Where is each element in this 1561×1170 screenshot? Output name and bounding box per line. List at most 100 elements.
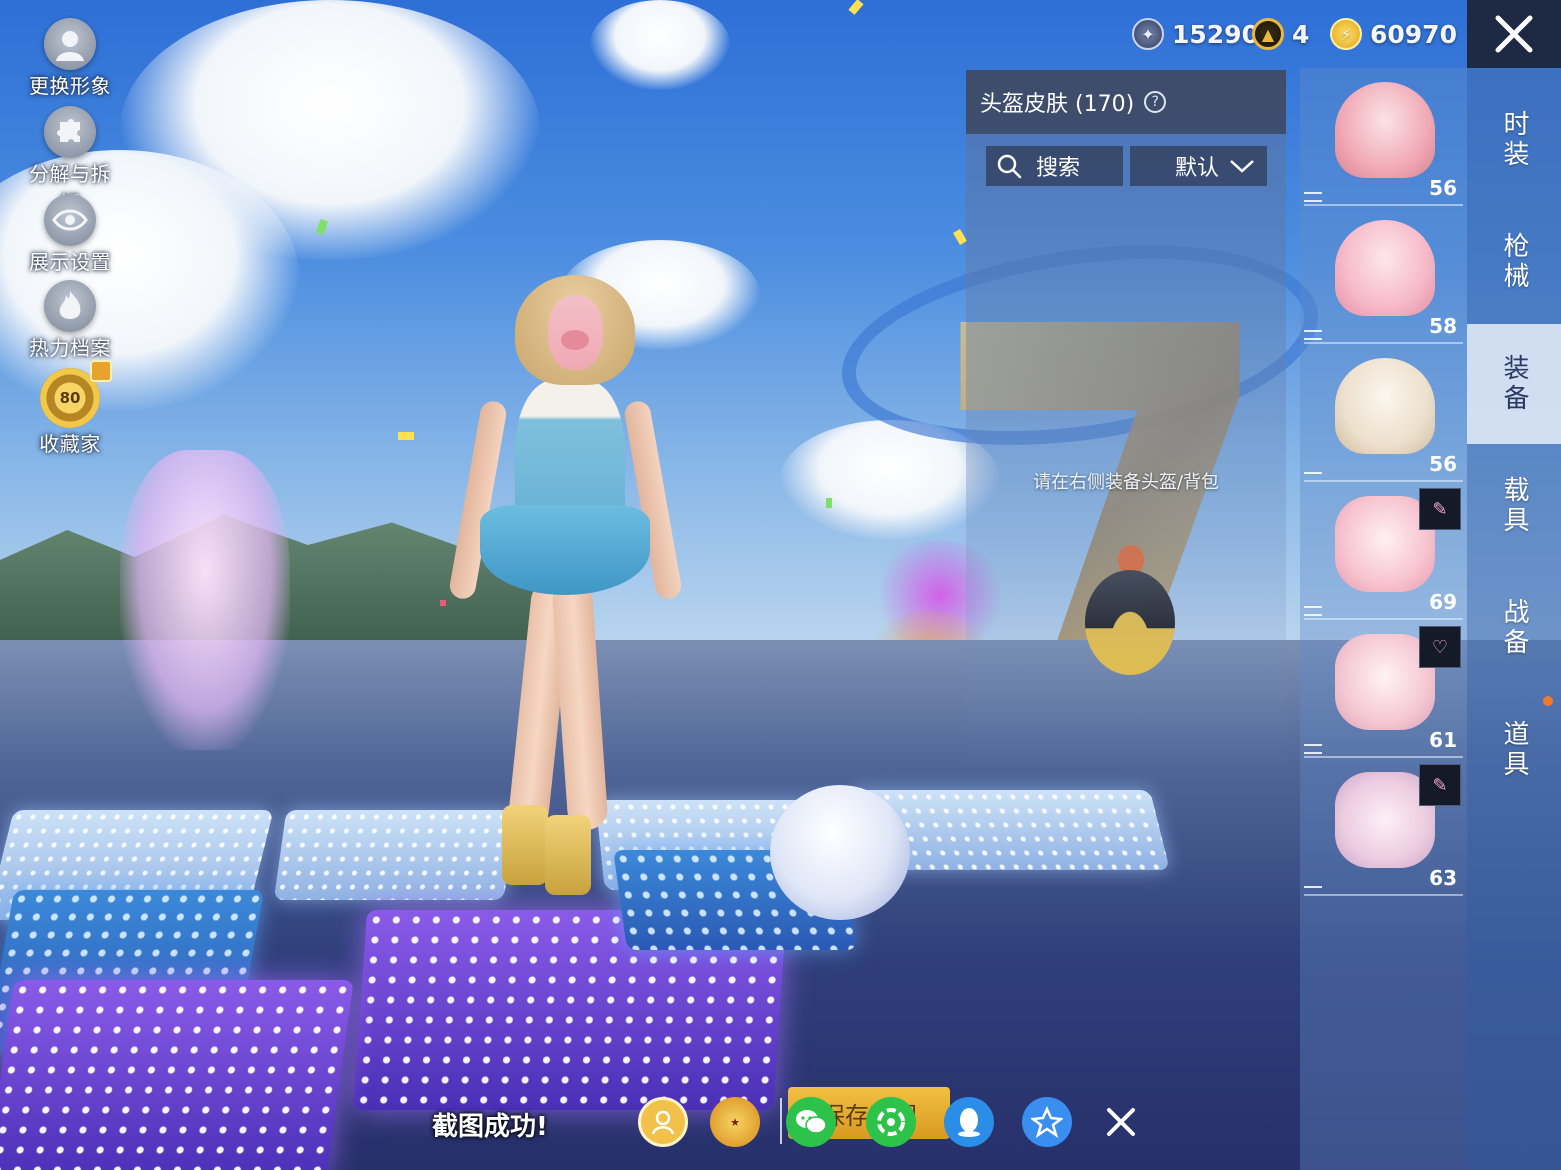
pendant-tag-icon: ✎ xyxy=(1419,488,1461,530)
item-divider xyxy=(1304,894,1463,896)
category-sidebar: 时装 枪械 装备 载具 战备 道具 xyxy=(1467,68,1561,1170)
tab-label: 装备 xyxy=(1499,354,1529,414)
item-menu-icon xyxy=(1304,744,1322,754)
game-logo-button[interactable]: ★ xyxy=(710,1097,760,1147)
item-menu-icon xyxy=(1304,886,1322,888)
silver-coin-icon: ✦ xyxy=(1132,18,1164,50)
eye-icon xyxy=(44,194,96,246)
tab-equipment[interactable]: 装备 xyxy=(1467,324,1561,444)
tab-weapons[interactable]: 枪械 xyxy=(1467,202,1561,322)
skin-panel-title: 头盔皮肤 (170) xyxy=(980,92,1135,117)
confetti xyxy=(826,498,832,508)
qq-icon xyxy=(958,1108,980,1137)
wechat-icon xyxy=(796,1110,827,1134)
character-boot xyxy=(545,815,591,895)
flame-icon xyxy=(44,280,96,332)
currency-coupon[interactable]: ⚡ 60970 xyxy=(1330,18,1457,50)
item-count: 69 xyxy=(1429,590,1457,614)
character-boot xyxy=(502,805,548,885)
collector-badge-icon: 80 xyxy=(40,360,112,428)
screenshot-success-toast: 截图成功! xyxy=(432,1112,548,1142)
currency-gold[interactable]: ▲ 4 xyxy=(1252,18,1309,50)
silver-amount: 15290 xyxy=(1172,19,1259,49)
item-slot[interactable]: 58 xyxy=(1300,206,1467,344)
item-menu-icon xyxy=(1304,192,1322,202)
confetti xyxy=(953,228,967,246)
gift-share-button[interactable] xyxy=(638,1097,688,1147)
helmet-skin-panel: 头盔皮肤 (170) ? 搜索 默认 请在右侧装备头盔/背包 xyxy=(966,70,1286,770)
close-share-button[interactable] xyxy=(1096,1097,1146,1147)
equipment-items-list: 56 58 56 ✎ 69 ♡ 61 ✎ 63 xyxy=(1300,68,1467,1170)
crystal-unicorn-pet xyxy=(120,450,290,750)
share-separator xyxy=(780,1098,782,1144)
skin-search-input[interactable]: 搜索 xyxy=(986,146,1123,186)
help-icon[interactable]: ? xyxy=(1144,91,1167,113)
tab-battle-gear[interactable]: 战备 xyxy=(1467,568,1561,688)
pig-snout xyxy=(561,330,589,350)
coupon-amount: 60970 xyxy=(1370,19,1457,49)
tab-items[interactable]: 道具 xyxy=(1467,690,1561,810)
change-avatar-button[interactable]: 更换形象 xyxy=(20,18,120,99)
confetti xyxy=(398,432,414,440)
close-icon xyxy=(1495,15,1533,53)
gold-amount: 4 xyxy=(1292,19,1310,49)
heat-profile-label: 热力档案 xyxy=(29,336,111,360)
sort-dropdown[interactable]: 默认 xyxy=(1130,146,1267,186)
equip-hint-text: 请在右侧装备头盔/背包 xyxy=(1032,472,1220,493)
pink-cat-helmet-icon xyxy=(1335,82,1435,178)
tab-label: 道具 xyxy=(1499,720,1529,780)
item-count: 61 xyxy=(1429,728,1457,752)
search-placeholder: 搜索 xyxy=(1036,156,1081,181)
qzone-share-button[interactable] xyxy=(1022,1097,1072,1147)
close-button[interactable] xyxy=(1467,0,1561,68)
wechat-share-button[interactable] xyxy=(786,1097,836,1147)
cloud xyxy=(590,0,730,90)
pink-witch-hat-helmet-icon xyxy=(1335,220,1435,316)
item-slot[interactable]: 56 xyxy=(1300,344,1467,482)
collector-button[interactable]: 80 收藏家 xyxy=(20,360,120,457)
tab-fashion[interactable]: 时装 xyxy=(1467,80,1561,200)
lightning-coin-icon: ⚡ xyxy=(1330,18,1362,50)
collector-label: 收藏家 xyxy=(39,432,101,456)
change-avatar-label: 更换形象 xyxy=(29,74,111,98)
display-settings-label: 展示设置 xyxy=(29,250,111,274)
collector-level: 80 xyxy=(59,389,81,407)
item-menu-icon xyxy=(1304,606,1322,616)
floor-tile xyxy=(273,810,517,900)
close-icon xyxy=(1107,1108,1135,1136)
gift-icon xyxy=(90,360,112,382)
qzone-icon xyxy=(1031,1106,1063,1138)
gold-badge-icon: ▲ xyxy=(1252,18,1284,50)
tab-label: 枪械 xyxy=(1499,232,1529,292)
item-slot[interactable]: ♡ 61 xyxy=(1300,620,1467,758)
currency-silver[interactable]: ✦ 15290 xyxy=(1132,18,1259,50)
avatar-silhouette-icon xyxy=(44,18,96,70)
confetti xyxy=(440,600,446,606)
item-slot[interactable]: 56 xyxy=(1300,68,1467,206)
character-skirt xyxy=(480,505,650,595)
item-count: 63 xyxy=(1429,866,1457,890)
item-slot[interactable]: ✎ 63 xyxy=(1300,758,1467,896)
pendant-tag-icon: ♡ xyxy=(1419,626,1461,668)
tab-vehicles[interactable]: 载具 xyxy=(1467,446,1561,566)
chevron-down-icon xyxy=(1230,160,1254,173)
puzzle-icon xyxy=(44,106,96,158)
sort-selected-value: 默认 xyxy=(1174,156,1219,181)
tab-label: 战备 xyxy=(1499,598,1529,658)
qq-share-button[interactable] xyxy=(944,1097,994,1147)
cream-bunny-helmet-icon xyxy=(1335,358,1435,454)
game-logo-icon: ★ xyxy=(730,1115,740,1129)
floor-tile xyxy=(0,980,355,1170)
item-count: 56 xyxy=(1429,176,1457,200)
item-slot[interactable]: ✎ 69 xyxy=(1300,482,1467,620)
tab-label: 载具 xyxy=(1499,476,1529,536)
heat-profile-button[interactable]: 热力档案 xyxy=(20,280,120,361)
item-count: 56 xyxy=(1429,452,1457,476)
display-settings-button[interactable]: 展示设置 xyxy=(20,194,120,275)
white-bird-pet xyxy=(770,785,910,920)
tab-label: 时装 xyxy=(1499,110,1529,170)
moments-icon xyxy=(877,1108,905,1136)
item-menu-icon xyxy=(1304,330,1322,340)
item-count: 58 xyxy=(1429,314,1457,338)
moments-share-button[interactable] xyxy=(866,1097,916,1147)
